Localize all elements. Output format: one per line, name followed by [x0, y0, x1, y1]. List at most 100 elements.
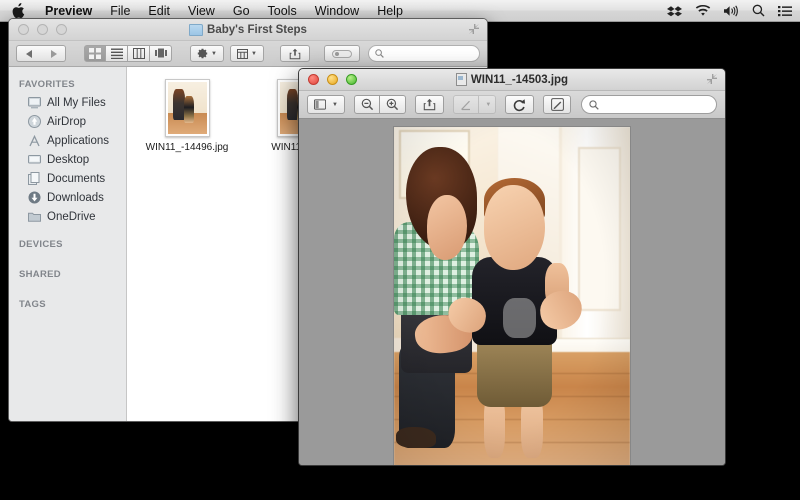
sidebar-label: Applications — [47, 134, 110, 147]
chevron-down-icon: ▼ — [332, 101, 338, 108]
finder-close-button[interactable] — [18, 24, 29, 35]
file-thumbnail — [164, 79, 210, 137]
preview-zoom-button[interactable] — [346, 74, 357, 85]
finder-window-title: Baby's First Steps — [207, 23, 307, 36]
search-icon — [588, 99, 599, 110]
sidebar-item-onedrive[interactable]: OneDrive — [9, 207, 126, 226]
all-my-files-icon — [27, 96, 41, 110]
desktop: Preview File Edit View Go Tools Window H… — [0, 0, 800, 500]
preview-photo — [394, 127, 630, 465]
chevron-down-icon: ▼ — [211, 50, 217, 57]
preview-share-button[interactable] — [415, 95, 444, 114]
share-button[interactable] — [280, 45, 310, 62]
coverflow-view-button[interactable] — [150, 45, 172, 62]
preview-window[interactable]: WIN11_-14503.jpg ▼ ▼ — [298, 68, 726, 466]
chevron-down-icon: ▼ — [485, 101, 492, 108]
zoom-in-button[interactable] — [380, 95, 406, 114]
notification-center-icon[interactable] — [778, 5, 792, 17]
finder-sidebar: FAVORITES All My Files AirDrop Applicati… — [9, 67, 127, 421]
arrange-menu-button[interactable]: ▼ — [230, 45, 264, 62]
zoom-buttons — [354, 95, 406, 114]
finder-minimize-button[interactable] — [37, 24, 48, 35]
preview-minimize-button[interactable] — [327, 74, 338, 85]
wifi-icon[interactable] — [695, 4, 711, 17]
preview-search-field[interactable] — [580, 95, 717, 114]
back-button[interactable] — [16, 45, 41, 62]
preview-window-controls — [299, 74, 357, 85]
apple-logo-icon — [12, 3, 25, 18]
icon-view-button[interactable] — [84, 45, 106, 62]
sidebar-item-all-my-files[interactable]: All My Files — [9, 93, 126, 112]
pen-icon — [460, 100, 470, 110]
file-name: WIN11_-14496.jpg — [145, 142, 229, 153]
chevron-down-icon: ▼ — [251, 50, 257, 57]
list-item[interactable]: WIN11_-14496.jpg — [141, 79, 233, 153]
applications-icon — [27, 134, 41, 148]
preview-image-canvas[interactable] — [299, 119, 725, 465]
menu-bar-status-area — [667, 4, 800, 17]
sidebar-label: Documents — [47, 172, 106, 185]
documents-icon — [27, 172, 41, 186]
sidebar-section-devices: DEVICES — [19, 239, 63, 250]
preview-close-button[interactable] — [308, 74, 319, 85]
finder-title-bar[interactable]: Baby's First Steps — [9, 19, 487, 41]
finder-search-field[interactable] — [368, 45, 480, 62]
nav-buttons — [16, 45, 66, 62]
sidebar-icon — [314, 99, 327, 110]
column-view-button[interactable] — [128, 45, 150, 62]
arrange-icon — [237, 48, 249, 59]
finder-fullscreen-icon[interactable] — [468, 23, 480, 35]
sidebar-item-desktop[interactable]: Desktop — [9, 150, 126, 169]
dropbox-icon[interactable] — [667, 5, 682, 17]
view-mode-group — [84, 45, 172, 62]
share-icon — [423, 98, 436, 111]
list-view-button[interactable] — [106, 45, 128, 62]
sidebar-item-airdrop[interactable]: AirDrop — [9, 112, 126, 131]
markup-button[interactable] — [542, 95, 572, 114]
sidebar-item-documents[interactable]: Documents — [9, 169, 126, 188]
preview-toolbar: ▼ ▼ — [299, 91, 725, 119]
action-menu-button[interactable]: ▼ — [190, 45, 224, 62]
preview-title-bar[interactable]: WIN11_-14503.jpg — [299, 69, 725, 91]
annotate-group: ▼ — [452, 95, 496, 114]
finder-zoom-button[interactable] — [56, 24, 67, 35]
tag-button[interactable] — [324, 45, 360, 62]
annotate-button — [452, 95, 479, 114]
sidebar-item-downloads[interactable]: Downloads — [9, 188, 126, 207]
preview-window-title: WIN11_-14503.jpg — [470, 73, 569, 86]
finder-toolbar: ▼ ▼ — [9, 41, 487, 67]
zoom-out-button[interactable] — [354, 95, 380, 114]
sidebar-section-tags: TAGS — [19, 299, 46, 310]
tag-icon — [332, 49, 352, 58]
finder-window-title-group: Baby's First Steps — [9, 23, 487, 36]
sidebar-section-shared: SHARED — [19, 269, 61, 280]
airdrop-icon — [27, 115, 41, 129]
sidebar-label: Desktop — [47, 153, 90, 166]
search-icon — [375, 49, 384, 58]
preview-fullscreen-icon[interactable] — [706, 73, 718, 85]
sidebar-label: OneDrive — [47, 210, 96, 223]
share-icon — [289, 48, 301, 59]
folder-icon — [189, 23, 204, 36]
sidebar-label: All My Files — [47, 96, 106, 109]
sidebar-toggle-button[interactable]: ▼ — [307, 95, 345, 114]
folder-icon — [27, 210, 41, 224]
volume-icon[interactable] — [724, 4, 739, 17]
forward-button[interactable] — [41, 45, 66, 62]
gear-icon — [197, 48, 208, 59]
rotate-left-icon — [513, 98, 525, 111]
document-icon — [455, 73, 467, 86]
markup-icon — [550, 98, 564, 111]
spotlight-search-icon[interactable] — [752, 4, 765, 17]
sidebar-label: AirDrop — [47, 115, 86, 128]
sidebar-label: Downloads — [47, 191, 104, 204]
preview-window-title-group: WIN11_-14503.jpg — [299, 73, 725, 86]
zoom-in-icon — [386, 98, 399, 111]
sidebar-item-applications[interactable]: Applications — [9, 131, 126, 150]
finder-window-controls — [9, 24, 67, 35]
zoom-out-icon — [361, 98, 373, 111]
annotate-options-button: ▼ — [478, 95, 496, 114]
desktop-icon — [27, 153, 41, 167]
sidebar-section-favorites: FAVORITES — [19, 79, 75, 90]
rotate-button[interactable] — [504, 95, 534, 114]
